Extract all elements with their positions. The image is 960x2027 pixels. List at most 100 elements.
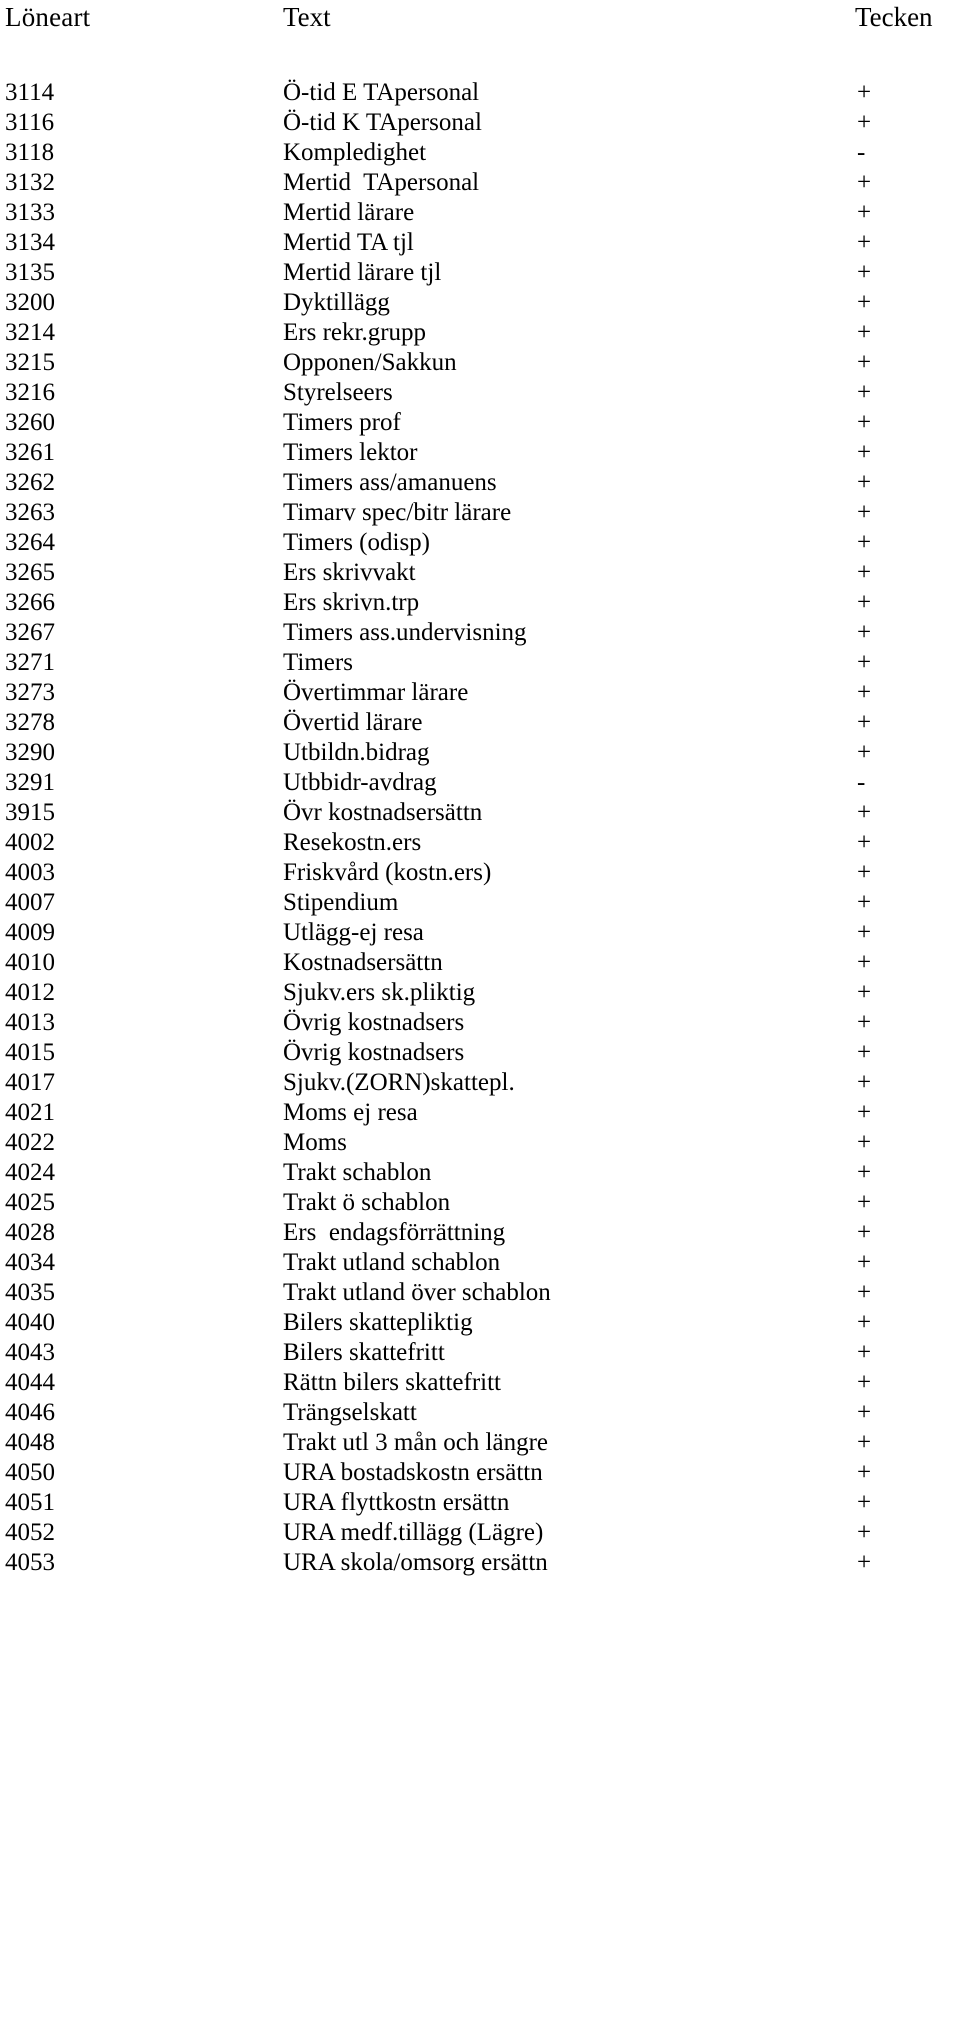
- cell-text: Övrig kostnadsers: [283, 1009, 465, 1036]
- cell-sign: -: [857, 139, 866, 166]
- cell-text: Timers ass.undervisning: [283, 619, 527, 646]
- table-row: 4024 Trakt schablon +: [0, 1158, 960, 1188]
- cell-code: 4009: [5, 919, 55, 946]
- cell-sign: +: [857, 1549, 872, 1576]
- cell-text: Utlägg-ej resa: [283, 919, 424, 946]
- cell-text: URA flyttkostn ersättn: [283, 1489, 510, 1516]
- cell-code: 4015: [5, 1039, 55, 1066]
- table-row: 4053 URA skola/omsorg ersättn +: [0, 1548, 960, 1578]
- table-row: 3116 Ö-tid K TApersonal +: [0, 108, 960, 138]
- cell-text: Timarv spec/bitr lärare: [283, 499, 512, 526]
- cell-text: Mertid lärare: [283, 199, 415, 226]
- column-header-sign: Tecken: [855, 2, 933, 32]
- table-row: 4034 Trakt utland schablon +: [0, 1248, 960, 1278]
- column-header-text: Text: [283, 2, 331, 32]
- table-row: 4051 URA flyttkostn ersättn +: [0, 1488, 960, 1518]
- cell-code: 3114: [5, 79, 55, 106]
- cell-sign: +: [857, 649, 872, 676]
- cell-code: 4017: [5, 1069, 55, 1096]
- table-row: 4012 Sjukv.ers sk.pliktig +: [0, 978, 960, 1008]
- table-row: 3290 Utbildn.bidrag +: [0, 738, 960, 768]
- cell-code: 4046: [5, 1399, 55, 1426]
- cell-code: 3133: [5, 199, 55, 226]
- cell-sign: +: [857, 1369, 872, 1396]
- cell-code: 4034: [5, 1249, 55, 1276]
- cell-sign: +: [857, 1399, 872, 1426]
- document-page: Löneart Text Tecken 3114 Ö-tid E TAperson…: [0, 0, 960, 2027]
- cell-sign: +: [857, 829, 872, 856]
- cell-code: 3267: [5, 619, 55, 646]
- cell-code: 4053: [5, 1549, 55, 1576]
- cell-code: 4028: [5, 1219, 55, 1246]
- table-row: 4003 Friskvård (kostn.ers) +: [0, 858, 960, 888]
- cell-sign: +: [857, 559, 872, 586]
- cell-code: 4024: [5, 1159, 55, 1186]
- cell-code: 4012: [5, 979, 55, 1006]
- cell-text: Trakt utl 3 mån och längre: [283, 1429, 549, 1456]
- table-row: 3200 Dyktillägg +: [0, 288, 960, 318]
- table-row: 3118 Kompledighet -: [0, 138, 960, 168]
- cell-sign: +: [857, 259, 872, 286]
- table-row: 4035 Trakt utland över schablon +: [0, 1278, 960, 1308]
- cell-sign: -: [857, 769, 866, 796]
- cell-code: 3261: [5, 439, 55, 466]
- cell-text: Trängselskatt: [283, 1399, 417, 1426]
- cell-text: Bilers skattefritt: [283, 1339, 445, 1366]
- cell-text: Moms: [283, 1129, 347, 1156]
- table-body: 3114 Ö-tid E TApersonal +3116 Ö-tid K TAper…: [0, 78, 960, 1578]
- cell-sign: +: [857, 439, 872, 466]
- cell-code: 4043: [5, 1339, 55, 1366]
- table-row: 4040 Bilers skattepliktig +: [0, 1308, 960, 1338]
- table-row: 3216 Styrelseers +: [0, 378, 960, 408]
- cell-text: Styrelseers: [283, 379, 393, 406]
- cell-sign: +: [857, 1279, 872, 1306]
- cell-sign: +: [857, 289, 872, 316]
- cell-code: 4052: [5, 1519, 55, 1546]
- cell-text: Ers endagsförrättning: [283, 1219, 506, 1246]
- table-row: 4007 Stipendium +: [0, 888, 960, 918]
- cell-text: Timers: [283, 649, 353, 676]
- cell-text: Kostnadsersättn: [283, 949, 443, 976]
- cell-sign: +: [857, 589, 872, 616]
- cell-sign: +: [857, 1009, 872, 1036]
- cell-text: Opponen/Sakkun: [283, 349, 457, 376]
- cell-code: 4010: [5, 949, 55, 976]
- table-row: 3132 Mertid TApersonal +: [0, 168, 960, 198]
- cell-code: 3271: [5, 649, 55, 676]
- cell-sign: +: [857, 1129, 872, 1156]
- cell-sign: +: [857, 1249, 872, 1276]
- cell-sign: +: [857, 1099, 872, 1126]
- cell-code: 4035: [5, 1279, 55, 1306]
- cell-text: Stipendium: [283, 889, 399, 916]
- cell-code: 3264: [5, 529, 55, 556]
- cell-code: 4025: [5, 1189, 55, 1216]
- cell-code: 4050: [5, 1459, 55, 1486]
- cell-sign: +: [857, 709, 872, 736]
- cell-text: Ers skrivn.trp: [283, 589, 420, 616]
- cell-code: 3116: [5, 109, 55, 136]
- cell-code: 3135: [5, 259, 55, 286]
- cell-text: Ö-tid K TApersonal: [283, 109, 482, 136]
- cell-text: Trakt utland schablon: [283, 1249, 501, 1276]
- table-row: 3271 Timers +: [0, 648, 960, 678]
- table-row: 3262 Timers ass/amanuens +: [0, 468, 960, 498]
- cell-code: 3278: [5, 709, 55, 736]
- cell-sign: +: [857, 469, 872, 496]
- cell-code: 3132: [5, 169, 55, 196]
- cell-text: Rättn bilers skattefritt: [283, 1369, 502, 1396]
- cell-text: Ö-tid E TApersonal: [283, 79, 480, 106]
- cell-text: Trakt schablon: [283, 1159, 432, 1186]
- cell-text: Utbildn.bidrag: [283, 739, 430, 766]
- cell-code: 3915: [5, 799, 55, 826]
- cell-text: Övertid lärare: [283, 709, 423, 736]
- cell-text: Sjukv.(ZORN)skattepl.: [283, 1069, 515, 1096]
- cell-code: 4051: [5, 1489, 55, 1516]
- cell-sign: +: [857, 619, 872, 646]
- cell-code: 3291: [5, 769, 55, 796]
- table-row: 4013 Övrig kostnadsers +: [0, 1008, 960, 1038]
- cell-text: URA skola/omsorg ersättn: [283, 1549, 548, 1576]
- table-row: 3915 Övr kostnadsersättn +: [0, 798, 960, 828]
- cell-sign: +: [857, 1489, 872, 1516]
- cell-code: 4044: [5, 1369, 55, 1396]
- cell-text: Friskvård (kostn.ers): [283, 859, 492, 886]
